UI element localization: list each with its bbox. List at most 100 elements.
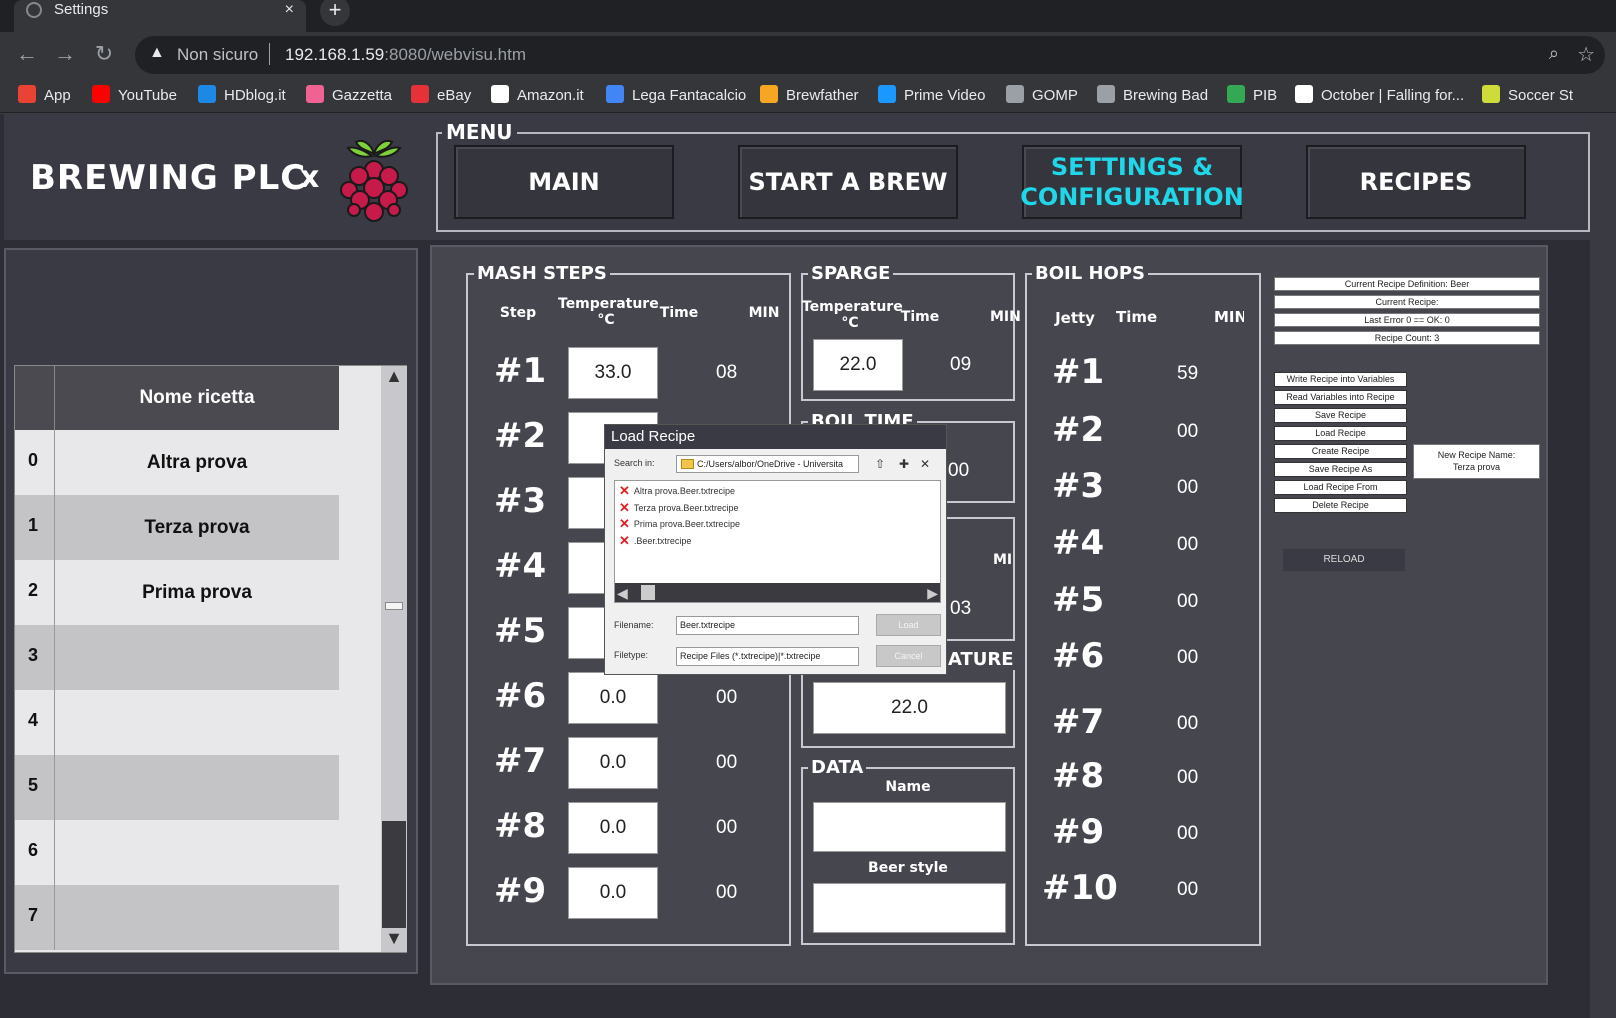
forward-arrow-icon[interactable]: →	[52, 41, 78, 67]
close-icon[interactable]: ✕	[917, 457, 933, 471]
bookmark-5[interactable]: Amazon.it	[491, 85, 584, 105]
hop-time-value: 00	[1177, 421, 1199, 442]
bookmark-9[interactable]: GOMP	[1006, 85, 1078, 105]
save-recipe-as-button[interactable]: Save Recipe As	[1274, 462, 1407, 477]
globe-icon	[1097, 85, 1115, 103]
hdblog-icon	[198, 85, 216, 103]
raspberry-pi-logo-icon	[340, 140, 408, 222]
mash-temperature-input[interactable]: 33.0	[568, 347, 658, 399]
write-recipe-into-variables-button[interactable]: Write Recipe into Variables	[1274, 372, 1407, 387]
back-arrow-icon[interactable]: ←	[14, 41, 40, 67]
bookmark-12[interactable]: October | Falling for...	[1295, 85, 1464, 105]
search-in-field[interactable]: C:/Users/albor/OneDrive - Universita	[676, 455, 859, 473]
bookmark-label: Lega Fantacalcio	[632, 87, 747, 104]
file-list[interactable]: ✕ Altra prova.Beer.txtrecipe ✕ Terza prova.…	[614, 480, 941, 603]
scroll-thumb[interactable]	[382, 821, 406, 928]
scroll-down-arrow-icon[interactable]: ▼	[381, 928, 407, 952]
filename-input[interactable]: Beer.txtrecipe	[676, 616, 859, 635]
reload-icon[interactable]: ↻	[91, 41, 117, 67]
mash-temperature-input[interactable]: 0.0	[568, 867, 658, 919]
zoom-magnifier-icon[interactable]: ⌕	[1549, 43, 1559, 64]
file-list-hscrollbar[interactable]: ◀ ▶	[615, 583, 940, 602]
new-recipe-name-value: Terza prova	[1452, 462, 1501, 472]
security-label[interactable]: Non sicuro	[177, 45, 258, 65]
reload-button[interactable]: RELOAD	[1283, 549, 1405, 571]
bookmark-10[interactable]: Brewing Bad	[1097, 85, 1208, 105]
bookmark-2[interactable]: HDblog.it	[198, 85, 286, 105]
tab-settings[interactable]: Settings ×	[14, 0, 306, 32]
scroll-up-arrow-icon[interactable]: ▲	[381, 366, 407, 390]
bookmark-label: YouTube	[118, 87, 177, 104]
hop-time-value: 00	[1177, 713, 1199, 734]
mash-col-time: Time	[659, 305, 699, 321]
bookmark-8[interactable]: Prime Video	[878, 85, 985, 105]
url-text[interactable]: 192.168.1.59:8080/webvisu.htm	[285, 45, 526, 65]
close-tab-icon[interactable]: ×	[285, 0, 294, 20]
menu-button-start-brew[interactable]: START A BREW	[738, 145, 958, 219]
clover-icon	[1227, 85, 1245, 103]
bookmark-4[interactable]: eBay	[411, 85, 471, 105]
mash-temperature-input[interactable]: 0.0	[568, 672, 658, 724]
file-item[interactable]: ✕ Prima prova.Beer.txtrecipe	[619, 517, 740, 531]
new-tab-button[interactable]: +	[320, 0, 350, 26]
recipe-row[interactable]: 1 Terza prova	[15, 495, 339, 560]
bookmark-star-icon[interactable]: ☆	[1577, 42, 1595, 67]
save-recipe-button[interactable]: Save Recipe	[1274, 408, 1407, 423]
new-folder-icon[interactable]: ✚	[896, 457, 912, 471]
scroll-right-arrow-icon[interactable]: ▶	[927, 585, 938, 602]
load-button[interactable]: Load	[876, 614, 941, 636]
temperature-input[interactable]: 22.0	[813, 682, 1006, 734]
gazzetta-icon	[306, 85, 324, 103]
bookmark-3[interactable]: Gazzetta	[306, 85, 392, 105]
data-title: DATA	[808, 757, 867, 778]
scroll-left-arrow-icon[interactable]: ◀	[617, 585, 628, 602]
recipe-row[interactable]: 0 Altra prova	[15, 430, 339, 495]
menu-title: MENU	[442, 120, 517, 144]
brand-x: x	[300, 160, 320, 195]
menu-button-settings[interactable]: SETTINGS & CONFIGURATION	[1020, 145, 1244, 219]
file-item[interactable]: ✕ Altra prova.Beer.txtrecipe	[619, 484, 735, 498]
mash-step-number: #3	[494, 481, 547, 521]
mash-time-value: 00	[716, 882, 738, 903]
data-style-label: Beer style	[868, 860, 948, 876]
beer-name-input[interactable]	[813, 802, 1006, 852]
new-recipe-name-box[interactable]: New Recipe Name: Terza prova	[1413, 444, 1540, 479]
recipe-row[interactable]: 4	[15, 690, 339, 755]
beer-style-input[interactable]	[813, 883, 1006, 933]
mash-temperature-input[interactable]: 0.0	[568, 802, 658, 854]
recipe-row[interactable]: 7	[15, 885, 339, 950]
menu-button-main[interactable]: MAIN	[454, 145, 674, 219]
hops-col-min: MIN	[1214, 309, 1244, 325]
bookmark-13[interactable]: Soccer St	[1482, 85, 1573, 105]
bookmark-11[interactable]: PIB	[1227, 85, 1277, 105]
recipe-row[interactable]: 6	[15, 820, 339, 885]
menu-button-recipes[interactable]: RECIPES	[1306, 145, 1526, 219]
mash-temperature-input[interactable]: 0.0	[568, 737, 658, 789]
soccer-ball-icon	[1482, 85, 1500, 103]
filetype-select[interactable]: Recipe Files (*.txtrecipe)|*.txtrecipe	[676, 647, 859, 666]
bookmark-0[interactable]: App	[18, 85, 71, 105]
address-bar[interactable]: ▲ Non sicuro 192.168.1.59:8080/webvisu.h…	[135, 36, 1605, 74]
recipe-row[interactable]: 2 Prima prova	[15, 560, 339, 625]
file-item[interactable]: ✕ Terza prova.Beer.txtrecipe	[619, 499, 738, 515]
scroll-marker[interactable]	[385, 602, 403, 610]
hop-time-value: 59	[1177, 363, 1199, 384]
create-recipe-button[interactable]: Create Recipe	[1274, 444, 1407, 459]
bookmark-1[interactable]: YouTube	[92, 85, 177, 105]
bookmark-6[interactable]: Lega Fantacalcio	[606, 85, 746, 105]
recipe-row[interactable]: 3	[15, 625, 339, 690]
cancel-button[interactable]: Cancel	[876, 645, 941, 667]
folder-up-icon[interactable]: ⇧	[872, 457, 888, 471]
file-item[interactable]: ✕ .Beer.txtrecipe	[619, 533, 691, 548]
recipe-row[interactable]: 5	[15, 755, 339, 820]
invalid-file-x-icon: ✕	[619, 499, 630, 515]
sparge-temperature-input[interactable]: 22.0	[813, 339, 903, 391]
read-variables-into-recipe-button[interactable]: Read Variables into Recipe	[1274, 390, 1407, 405]
load-recipe-from-button[interactable]: Load Recipe From	[1274, 480, 1407, 495]
hscroll-thumb[interactable]	[641, 585, 655, 600]
load-recipe-button[interactable]: Load Recipe	[1274, 426, 1407, 441]
bookmark-7[interactable]: Brewfather	[760, 85, 859, 105]
globe-icon	[1006, 85, 1024, 103]
bookmark-label: Brewfather	[786, 87, 859, 104]
delete-recipe-button[interactable]: Delete Recipe	[1274, 498, 1407, 513]
